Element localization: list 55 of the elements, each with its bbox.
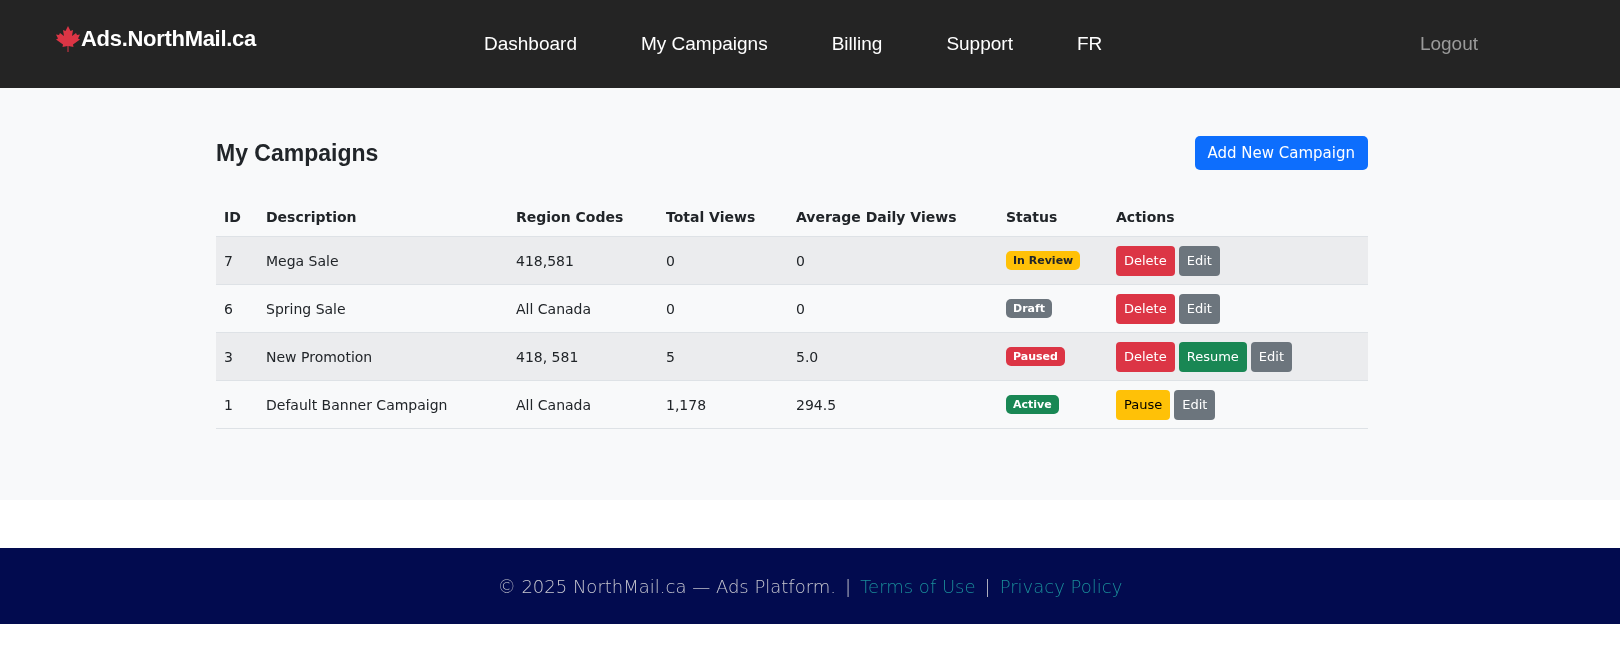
column-header: Region Codes xyxy=(508,198,658,237)
status-badge: Draft xyxy=(1006,299,1053,318)
table-cell: 1,178 xyxy=(658,380,788,429)
table-cell: 5 xyxy=(658,332,788,381)
table-cell: 0 xyxy=(658,284,788,333)
table-cell: 0 xyxy=(788,236,998,285)
table-cell: New Promotion xyxy=(258,332,508,381)
action-button[interactable]: Edit xyxy=(1178,293,1220,324)
nav-link[interactable]: Billing xyxy=(831,33,883,55)
action-button[interactable]: Edit xyxy=(1174,389,1216,420)
table-cell: 1 xyxy=(216,380,258,429)
column-header: Total Views xyxy=(658,198,788,237)
table-cell: All Canada xyxy=(508,380,658,429)
privacy-link[interactable]: Privacy Policy xyxy=(999,575,1123,597)
action-button[interactable]: Delete xyxy=(1116,293,1175,324)
table-cell: 0 xyxy=(658,236,788,285)
maple-leaf-icon xyxy=(56,26,80,52)
action-button[interactable]: Edit xyxy=(1250,341,1293,372)
table-cell: All Canada xyxy=(508,284,658,333)
action-button[interactable]: Pause xyxy=(1116,389,1171,420)
nav-link[interactable]: FR xyxy=(1076,33,1103,55)
logo-text[interactable]: Ads.NorthMail.ca xyxy=(81,26,256,52)
action-button[interactable]: Edit xyxy=(1178,245,1220,276)
nav-link[interactable]: Dashboard xyxy=(484,33,577,55)
terms-link[interactable]: Terms of Use xyxy=(860,575,976,597)
table-cell: 0 xyxy=(788,284,998,333)
action-button[interactable]: Delete xyxy=(1116,245,1175,276)
column-header: Actions xyxy=(1108,198,1368,237)
table-cell: 6 xyxy=(216,284,258,333)
copyright-text: © 2025 NorthMail.ca — Ads Platform. xyxy=(497,575,837,597)
add-campaign-button[interactable]: Add New Campaign xyxy=(1194,136,1368,170)
table-cell: Mega Sale xyxy=(258,236,508,285)
separator: | xyxy=(984,575,991,597)
nav-link[interactable]: Support xyxy=(946,33,1013,55)
action-button[interactable]: Resume xyxy=(1178,341,1247,372)
column-header: Average Daily Views xyxy=(788,198,998,237)
table-cell: 418, 581 xyxy=(508,332,658,381)
nav-link[interactable]: My Campaigns xyxy=(640,33,768,55)
page-title: My Campaigns xyxy=(216,140,379,167)
column-header: Status xyxy=(998,198,1108,237)
logout-link[interactable]: Logout xyxy=(1419,33,1478,55)
table-cell: 7 xyxy=(216,236,258,285)
table-cell: Default Banner Campaign xyxy=(258,380,508,429)
status-badge: Paused xyxy=(1006,347,1065,366)
status-badge: Active xyxy=(1006,395,1059,414)
column-header: Description xyxy=(258,198,508,237)
status-badge: In Review xyxy=(1006,251,1081,270)
table-cell: 5.0 xyxy=(788,332,998,381)
table-cell: 3 xyxy=(216,332,258,381)
action-button[interactable]: Delete xyxy=(1116,341,1175,372)
column-header: ID xyxy=(216,198,258,237)
table-cell: Spring Sale xyxy=(258,284,508,333)
table-cell: 418,581 xyxy=(508,236,658,285)
separator: | xyxy=(845,575,852,597)
table-cell: 294.5 xyxy=(788,380,998,429)
